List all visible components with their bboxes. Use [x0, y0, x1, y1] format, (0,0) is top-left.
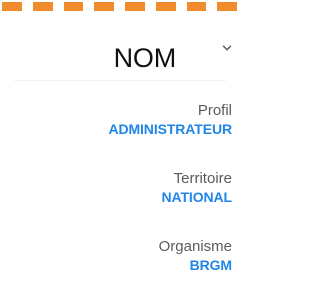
user-profile-panel: NOM Profil ADMINISTRATEUR Territoire NAT… — [14, 26, 238, 289]
dash — [155, 2, 176, 11]
organization-field: Organisme BRGM — [159, 238, 232, 274]
divider — [14, 80, 226, 81]
territory-value: NATIONAL — [161, 189, 233, 205]
profile-field: Profil ADMINISTRATEUR — [108, 102, 232, 138]
dashed-border-row — [0, 2, 248, 11]
profile-value: ADMINISTRATEUR — [108, 121, 232, 137]
dash — [217, 2, 237, 11]
dash — [32, 2, 53, 11]
dash — [125, 2, 145, 11]
top-accent-border — [0, 0, 248, 18]
dash — [186, 2, 207, 11]
dash — [2, 2, 22, 11]
user-name: NOM — [113, 43, 177, 73]
territory-label: Territoire — [173, 170, 232, 187]
dash — [63, 2, 84, 11]
profile-label: Profil — [197, 102, 232, 119]
organization-label: Organisme — [158, 238, 232, 255]
user-header[interactable]: NOM — [14, 38, 238, 82]
organization-value: BRGM — [189, 257, 232, 273]
territory-field: Territoire NATIONAL — [162, 170, 233, 206]
chevron-down-icon[interactable] — [222, 40, 232, 51]
dash — [94, 2, 114, 11]
